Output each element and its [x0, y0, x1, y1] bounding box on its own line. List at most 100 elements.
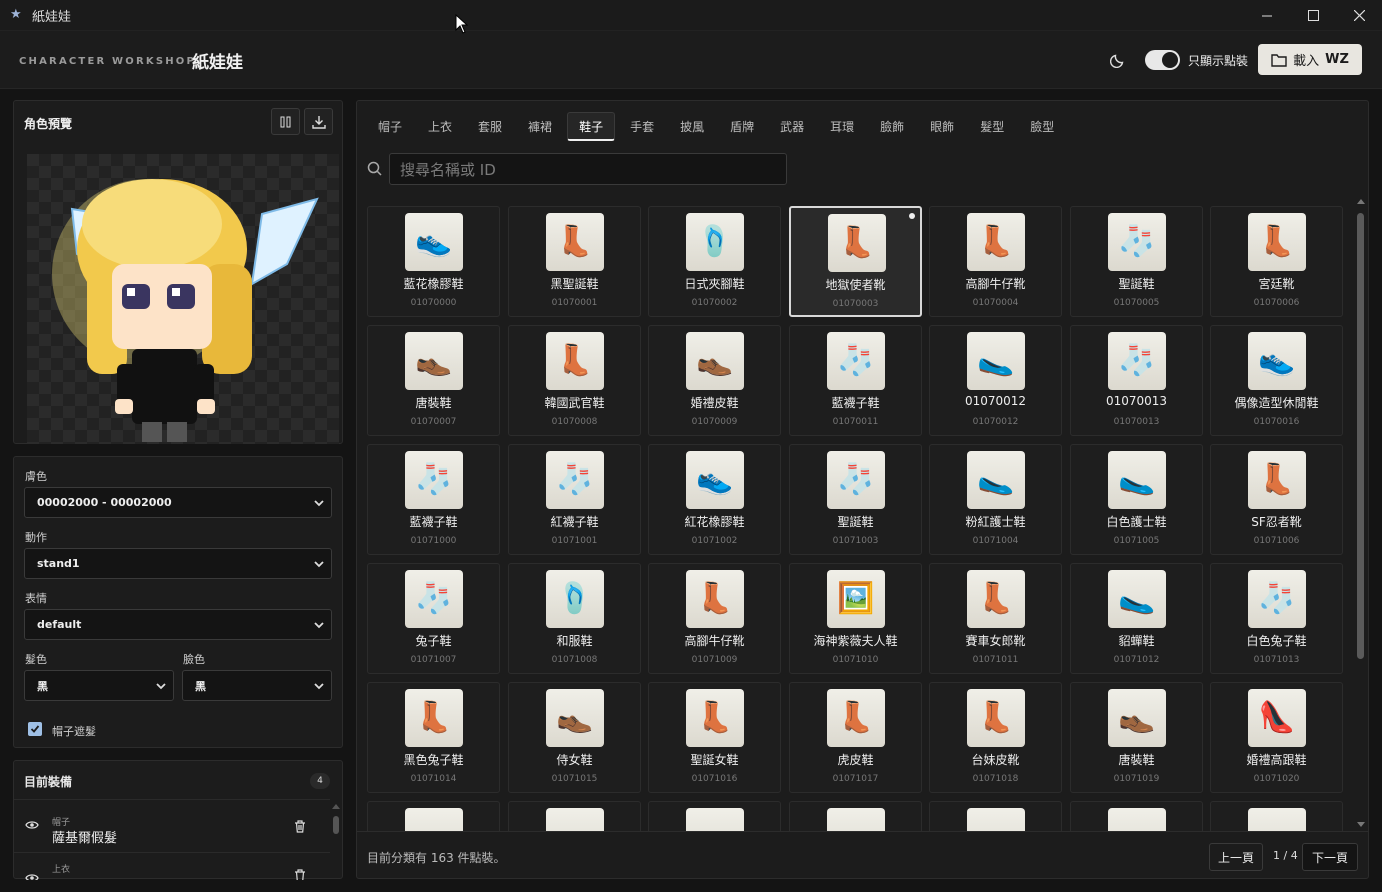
item-card[interactable] — [367, 801, 500, 831]
item-name: 婚禮皮鞋 — [690, 396, 739, 410]
prev-page-button[interactable]: 上一頁 — [1209, 843, 1263, 871]
equipped-row[interactable]: 上衣 — [14, 852, 330, 880]
item-card[interactable]: 👢 虎皮鞋 01071017 — [789, 682, 922, 793]
hat-mask-checkbox[interactable] — [28, 722, 42, 736]
action-select[interactable]: stand1 — [24, 548, 332, 579]
tab-8[interactable]: 武器 — [769, 112, 815, 141]
item-card[interactable]: 👢 聖誕女鞋 01071016 — [648, 682, 781, 793]
item-card[interactable]: 🧦 兔子鞋 01071007 — [367, 563, 500, 674]
item-card[interactable]: 👢 高腳牛仔靴 01070004 — [929, 206, 1062, 317]
tab-3[interactable]: 褲裙 — [517, 112, 563, 141]
item-name: SF忍者靴 — [1251, 515, 1302, 529]
tab-9[interactable]: 耳環 — [819, 112, 865, 141]
item-card[interactable] — [648, 801, 781, 831]
theme-toggle-button[interactable] — [1104, 46, 1132, 74]
tab-5[interactable]: 手套 — [619, 112, 665, 141]
expression-select[interactable]: default — [24, 609, 332, 640]
item-card[interactable]: 👢 黑色兔子鞋 01071014 — [367, 682, 500, 793]
tab-6[interactable]: 披風 — [669, 112, 715, 141]
item-card[interactable]: 🖼️ 海神紫薇夫人鞋 01071010 — [789, 563, 922, 674]
download-button[interactable] — [304, 108, 333, 135]
trash-icon[interactable] — [294, 869, 306, 880]
item-name: 紅花橡膠鞋 — [684, 515, 745, 529]
tab-0[interactable]: 帽子 — [367, 112, 413, 141]
item-card[interactable] — [929, 801, 1062, 831]
equipped-row[interactable]: 帽子 薩基爾假髮 — [14, 799, 330, 852]
character-preview-panel: 角色預覽 — [13, 100, 343, 444]
search-input[interactable]: 搜尋名稱或 ID — [389, 153, 787, 185]
load-wz-button[interactable]: 載入 WZ — [1258, 44, 1362, 75]
equipped-scrollbar[interactable] — [331, 801, 341, 879]
item-card[interactable]: 🥿 01070012 01070012 — [929, 325, 1062, 436]
face-color-value: 黑 — [195, 679, 206, 693]
tab-13[interactable]: 臉型 — [1019, 112, 1065, 141]
item-card[interactable]: 🧦 聖誕鞋 01070005 — [1070, 206, 1203, 317]
item-card[interactable]: 👢 SF忍者靴 01071006 — [1210, 444, 1343, 555]
tab-7[interactable]: 盾牌 — [719, 112, 765, 141]
tab-10[interactable]: 臉飾 — [869, 112, 915, 141]
item-card[interactable]: 🥿 粉紅護士鞋 01071004 — [929, 444, 1062, 555]
item-card[interactable]: 🩴 和服鞋 01071008 — [508, 563, 641, 674]
item-card[interactable]: 👠 婚禮高跟鞋 01071020 — [1210, 682, 1343, 793]
item-card[interactable]: 👢 賽車女郎靴 01071011 — [929, 563, 1062, 674]
hair-color-select[interactable]: 黑 — [24, 670, 174, 701]
maximize-button[interactable] — [1290, 0, 1336, 31]
tab-4[interactable]: 鞋子 — [567, 112, 616, 141]
eye-icon[interactable] — [25, 820, 39, 830]
item-card[interactable]: 🥿 白色護士鞋 01071005 — [1070, 444, 1203, 555]
item-card[interactable] — [789, 801, 922, 831]
item-id: 01071013 — [1253, 655, 1300, 665]
item-card[interactable]: 👢 台妹皮靴 01071018 — [929, 682, 1062, 793]
trash-icon[interactable] — [294, 820, 306, 833]
item-card[interactable] — [1070, 801, 1203, 831]
cash-only-toggle[interactable] — [1145, 50, 1180, 70]
item-card[interactable]: 👞 婚禮皮鞋 01070009 — [648, 325, 781, 436]
item-card[interactable]: 🧦 01070013 01070013 — [1070, 325, 1203, 436]
result-count-text: 目前分類有 163 件點裝。 — [367, 851, 506, 865]
skin-select[interactable]: 00002000 - 00002000 — [24, 487, 332, 518]
item-grid: 👟 藍花橡膠鞋 01070000 👢 黑聖誕鞋 01070001 🩴 日式夾腳鞋 0107000… — [367, 206, 1344, 831]
item-name: 和服鞋 — [556, 634, 593, 648]
item-card[interactable]: 👟 紅花橡膠鞋 01071002 — [648, 444, 781, 555]
minimize-button[interactable] — [1244, 0, 1290, 31]
item-thumbnail: 🩴 — [686, 213, 744, 271]
item-card[interactable]: 👞 唐裝鞋 01070007 — [367, 325, 500, 436]
equipped-title: 目前裝備 — [24, 775, 73, 789]
item-card[interactable]: 👞 唐裝鞋 01071019 — [1070, 682, 1203, 793]
tab-1[interactable]: 上衣 — [417, 112, 463, 141]
item-id: 01071002 — [691, 536, 738, 546]
load-label: 載入 — [1293, 54, 1320, 69]
item-grid-scrollbar[interactable] — [1355, 197, 1367, 829]
pause-animation-button[interactable] — [271, 108, 300, 135]
item-card[interactable]: 🧦 白色兔子鞋 01071013 — [1210, 563, 1343, 674]
item-card[interactable]: 👞 侍女鞋 01071015 — [508, 682, 641, 793]
face-color-select[interactable]: 黑 — [182, 670, 332, 701]
item-card[interactable] — [508, 801, 641, 831]
item-card[interactable]: 👢 地獄使者靴 01070003 — [789, 206, 922, 317]
tab-12[interactable]: 髮型 — [969, 112, 1015, 141]
item-card[interactable]: 🧦 紅襪子鞋 01071001 — [508, 444, 641, 555]
item-card[interactable]: 👢 高腳牛仔靴 01071009 — [648, 563, 781, 674]
item-name: 白色護士鞋 — [1106, 515, 1167, 529]
eye-icon[interactable] — [25, 873, 39, 880]
item-card[interactable]: 👢 韓國武官鞋 01070008 — [508, 325, 641, 436]
tab-2[interactable]: 套服 — [467, 112, 513, 141]
item-card[interactable]: 🧦 藍襪子鞋 01071000 — [367, 444, 500, 555]
item-card[interactable]: 🥿 貂蟬鞋 01071012 — [1070, 563, 1203, 674]
item-card[interactable]: 🩴 日式夾腳鞋 01070002 — [648, 206, 781, 317]
item-card[interactable]: 🧦 藍襪子鞋 01070011 — [789, 325, 922, 436]
character-sprite — [52, 179, 319, 442]
item-card[interactable]: 🧦 聖誕鞋 01071003 — [789, 444, 922, 555]
item-card[interactable]: 👟 偶像造型休閒鞋 01070016 — [1210, 325, 1343, 436]
item-card[interactable]: 👟 藍花橡膠鞋 01070000 — [367, 206, 500, 317]
next-page-button[interactable]: 下一頁 — [1302, 843, 1358, 871]
item-card[interactable]: 👢 黑聖誕鞋 01070001 — [508, 206, 641, 317]
close-button[interactable] — [1336, 0, 1382, 31]
item-card[interactable] — [1210, 801, 1343, 831]
item-card[interactable]: 👢 宮廷靴 01070006 — [1210, 206, 1343, 317]
item-thumbnail — [405, 808, 463, 831]
item-thumbnail: 👟 — [1248, 332, 1306, 390]
item-id: 01070003 — [832, 299, 879, 309]
tab-11[interactable]: 眼飾 — [919, 112, 965, 141]
item-thumbnail — [827, 808, 885, 831]
